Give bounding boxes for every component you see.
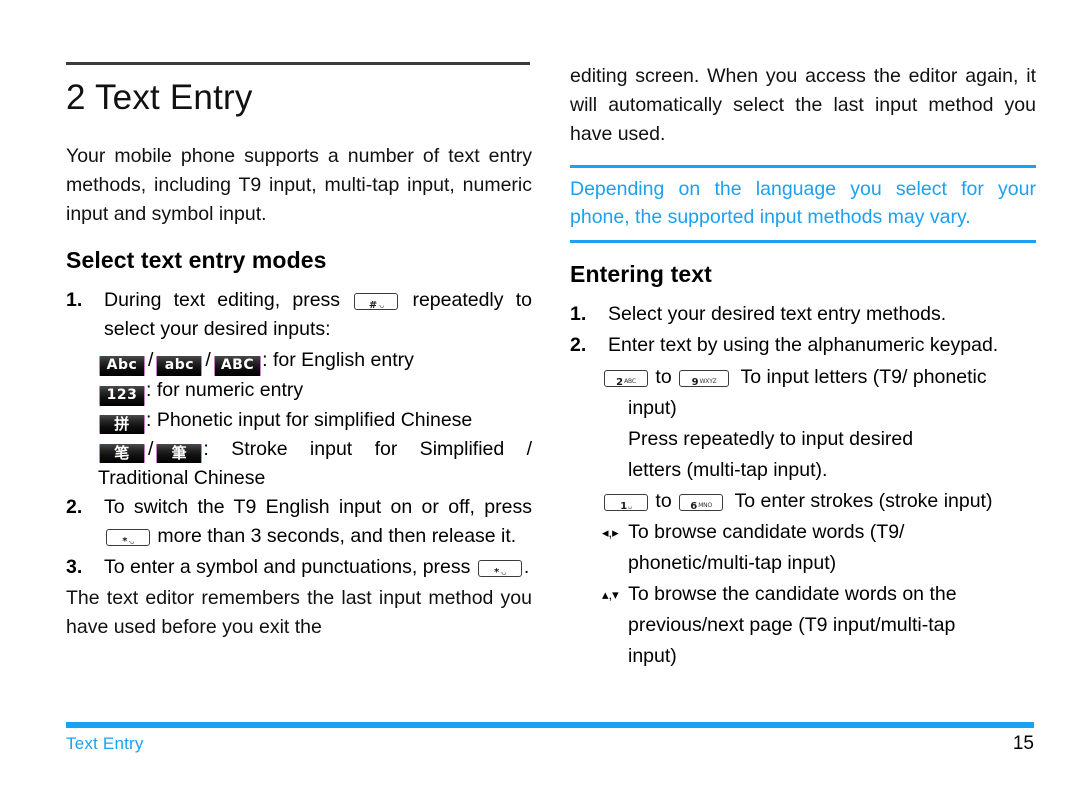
arrow-instruction-text-line2: previous/next page (T9 input/multi-tap [628, 614, 956, 636]
step-number: 1. [570, 303, 587, 325]
key-instruction-text: To enter strokes (stroke input) [734, 490, 993, 512]
step-text: Select your desired text entry methods. [608, 303, 947, 325]
one-key-icon: 1␣ [604, 494, 648, 512]
note-text: Depending on the language you select for… [570, 178, 1036, 228]
step-number: 2. [570, 334, 587, 356]
step-text-after-key: . [523, 555, 530, 578]
key-instruction-multitap-line1: Press repeatedly to input desired [628, 428, 914, 450]
arrow-instruction-horizontal: ◂,▸ To browse candidate words (T9/ [570, 517, 1036, 548]
list-item: 1. Select your desired text entry method… [570, 300, 1036, 329]
manual-page: 2 Text Entry Your mobile phone supports … [0, 0, 1080, 810]
step-number: 2. [66, 495, 83, 518]
chapter-divider-rule [66, 62, 530, 65]
step-text-before-key: To switch the T9 English input on or off… [104, 495, 532, 518]
page-number: 15 [1012, 733, 1034, 754]
hash-key-icon: #.␣ [354, 292, 399, 311]
badge-stroke-traditional: 筆 [156, 443, 203, 463]
badge-separator: / [148, 437, 154, 460]
six-mno-key-icon: 6MNO [679, 494, 724, 512]
mode-badge-row-pinyin: 拼: Phonetic input for simplified Chinese [66, 406, 532, 435]
badge-123: 123 [99, 385, 145, 406]
page-title: 2 Text Entry [66, 78, 253, 117]
list-item: 2. To switch the T9 English input on or … [66, 493, 532, 551]
key-instruction-strokes: 1␣ to 6MNO To enter strokes (stroke inpu… [570, 486, 1036, 517]
arrow-instruction-text-line3: input) [628, 645, 677, 667]
list-item: 2. Enter text by using the alphanumeric … [570, 331, 1036, 360]
continued-paragraph: editing screen. When you access the edit… [570, 65, 1036, 145]
key-range-connector: to [655, 490, 672, 512]
badge-separator: / [148, 348, 154, 371]
mode-badge-row-numeric: 123: for numeric entry [66, 376, 532, 406]
step-text-after-key: more than 3 seconds, and then release it… [157, 524, 517, 547]
key-instruction-letters: 2ABC to 9WXYZ To input letters (T9/ phon… [570, 362, 1036, 393]
select-modes-step-list-continued: 2. To switch the T9 English input on or … [66, 493, 532, 582]
badge-pinyin: 拼 [99, 414, 145, 434]
up-down-arrow-icons: ▴,▾ [602, 587, 619, 602]
star-key-icon: *.␣ [106, 528, 150, 547]
step-text-before-key: To enter a symbol and punctuations, pres… [104, 555, 471, 578]
list-item: 1. During text editing, press #.␣ repeat… [66, 286, 532, 344]
arrow-instruction-text-line1: To browse candidate words (T9/ [628, 521, 905, 543]
step-text: Enter text by using the alphanumeric key… [608, 334, 999, 356]
left-right-arrow-icons: ◂,▸ [602, 525, 619, 540]
nine-wxyz-key-icon: 9WXYZ [679, 370, 730, 388]
footer-accent-rule [66, 722, 1034, 728]
badge-stroke-simplified: 笔 [99, 443, 145, 463]
key-instruction-letters-cont: input) [628, 397, 677, 419]
key-instruction-text: To input letters (T9/ phonetic [740, 366, 987, 388]
badge-abc-lower: abc [156, 355, 203, 376]
star-key-icon: *.␣ [477, 559, 522, 578]
right-column: editing screen. When you access the edit… [570, 62, 1036, 672]
badge-separator: / [205, 348, 211, 371]
mode-badge-row-english: Abc / abc / ABC: for English entry [66, 346, 532, 376]
key-instruction-multitap-line2: letters (multi-tap input). [628, 459, 828, 481]
select-modes-step-list: 1. During text editing, press #.␣ repeat… [66, 286, 532, 344]
list-item: 3. To enter a symbol and punctuations, p… [66, 553, 532, 582]
entering-text-step-list: 1. Select your desired text entry method… [570, 300, 1036, 360]
step-number: 3. [66, 555, 83, 578]
arrow-instruction-text-line1: To browse the candidate words on the [628, 583, 957, 605]
step-number: 1. [66, 288, 83, 311]
badge-row-description: : Phonetic input for simplified Chinese [146, 408, 473, 431]
arrow-instruction-text-line2: phonetic/multi-tap input) [628, 552, 837, 574]
intro-paragraph: Your mobile phone supports a number of t… [66, 144, 532, 225]
badge-row-description: : for numeric entry [146, 378, 304, 401]
note-box: Depending on the language you select for… [570, 165, 1036, 243]
two-abc-key-icon: 2ABC [604, 370, 648, 388]
step-text-before-key: During text editing, press [104, 288, 341, 311]
mode-badge-row-stroke: 笔 / 筆: Stroke input for Simplified / Tradi… [66, 435, 532, 493]
badge-abc-upper: ABC [213, 355, 262, 376]
section-heading-entering-text: Entering text [570, 261, 712, 287]
key-range-connector: to [655, 366, 672, 388]
left-column: 2 Text Entry Your mobile phone supports … [66, 62, 532, 656]
section-heading-select-text-entry-modes: Select text entry modes [66, 246, 327, 273]
badge-abc-mixed: Abc [99, 355, 145, 376]
badge-row-description: : for English entry [262, 348, 414, 371]
closing-paragraph: The text editor remembers the last input… [66, 586, 532, 638]
arrow-instruction-vertical: ▴,▾ To browse the candidate words on the [570, 579, 1036, 610]
